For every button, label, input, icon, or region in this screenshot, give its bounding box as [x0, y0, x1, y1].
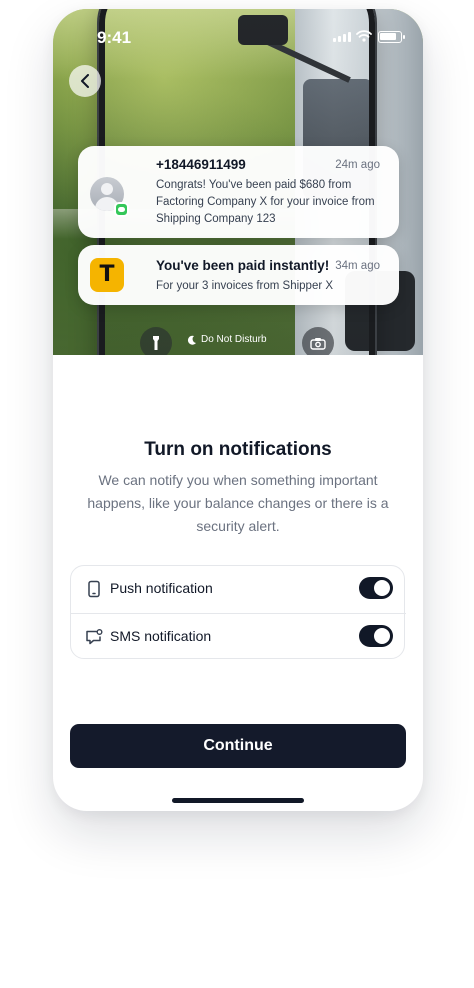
- toggle-knob: [374, 628, 390, 644]
- onboarding-screen: Do Not Disturb 9:41 +18446911499 24m ago…: [53, 9, 423, 811]
- sms-notification-toggle[interactable]: [359, 625, 393, 647]
- push-notification-toggle[interactable]: [359, 577, 393, 599]
- battery-icon: [378, 31, 405, 43]
- setting-row-push: Push notification: [71, 566, 406, 613]
- cellular-signal-icon: [333, 32, 351, 42]
- page-description: We can notify you when something importa…: [87, 472, 389, 534]
- setting-row-sms: SMS notification: [71, 613, 406, 660]
- toggle-knob: [374, 580, 390, 596]
- notification-body: For your 3 invoices from Shipper X: [156, 280, 334, 292]
- status-time: 9:41: [97, 28, 132, 47]
- chevron-left-icon: [81, 74, 89, 88]
- camera-icon: [302, 327, 334, 355]
- notification-body: Congrats! You've been paid $680 from Fac…: [156, 179, 375, 225]
- moon-icon: [187, 335, 196, 345]
- page-title: Turn on notifications: [144, 439, 332, 460]
- dnd-label: Do Not Disturb: [201, 334, 267, 345]
- setting-label: Push notification: [110, 580, 213, 596]
- wifi-icon: [356, 30, 372, 42]
- notification-card: T You've been paid instantly! 34m ago Fo…: [78, 245, 399, 305]
- status-bar: 9:41: [53, 27, 423, 49]
- phone-icon: [88, 580, 100, 598]
- notification-settings-list: Push notification SMS notification: [70, 565, 406, 660]
- notification-title: You've been paid instantly!: [156, 258, 330, 273]
- messages-badge-icon: [114, 202, 129, 217]
- setting-label: SMS notification: [110, 628, 212, 644]
- back-button[interactable]: [69, 65, 101, 97]
- continue-button[interactable]: Continue: [70, 724, 406, 768]
- notification-time: 34m ago: [335, 260, 380, 272]
- do-not-disturb-indicator: Do Not Disturb: [187, 334, 267, 345]
- notification-title: +18446911499: [156, 157, 246, 172]
- chat-bubble-icon: [86, 629, 103, 645]
- flashlight-icon: [140, 327, 172, 355]
- notification-card: +18446911499 24m ago Congrats! You've be…: [78, 146, 399, 238]
- app-t-logo-icon: T: [90, 258, 124, 292]
- home-indicator: [172, 798, 304, 803]
- notification-time: 24m ago: [335, 159, 380, 171]
